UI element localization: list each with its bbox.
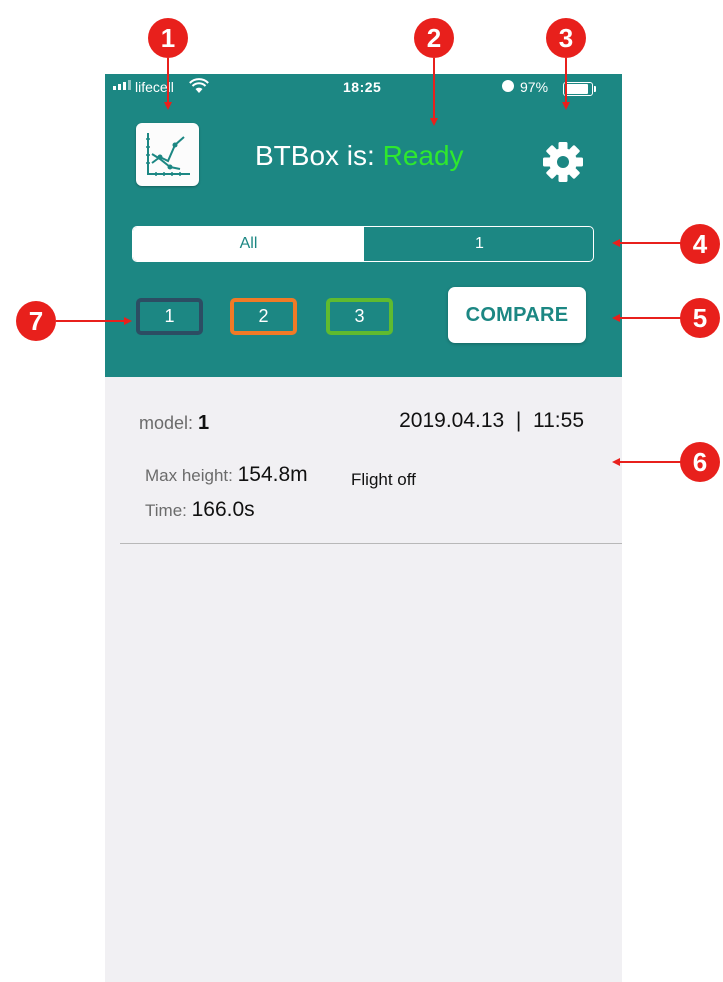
annotation-marker-4: 4	[680, 224, 720, 264]
annotation-marker-1: 1	[148, 18, 188, 58]
annotation-marker-6: 6	[680, 442, 720, 482]
annotation-marker-3: 3	[546, 18, 586, 58]
annotation-marker-5: 5	[680, 298, 720, 338]
annotation-marker-7: 7	[16, 301, 56, 341]
annotation-marker-2: 2	[414, 18, 454, 58]
annotation-arrows	[56, 58, 685, 466]
